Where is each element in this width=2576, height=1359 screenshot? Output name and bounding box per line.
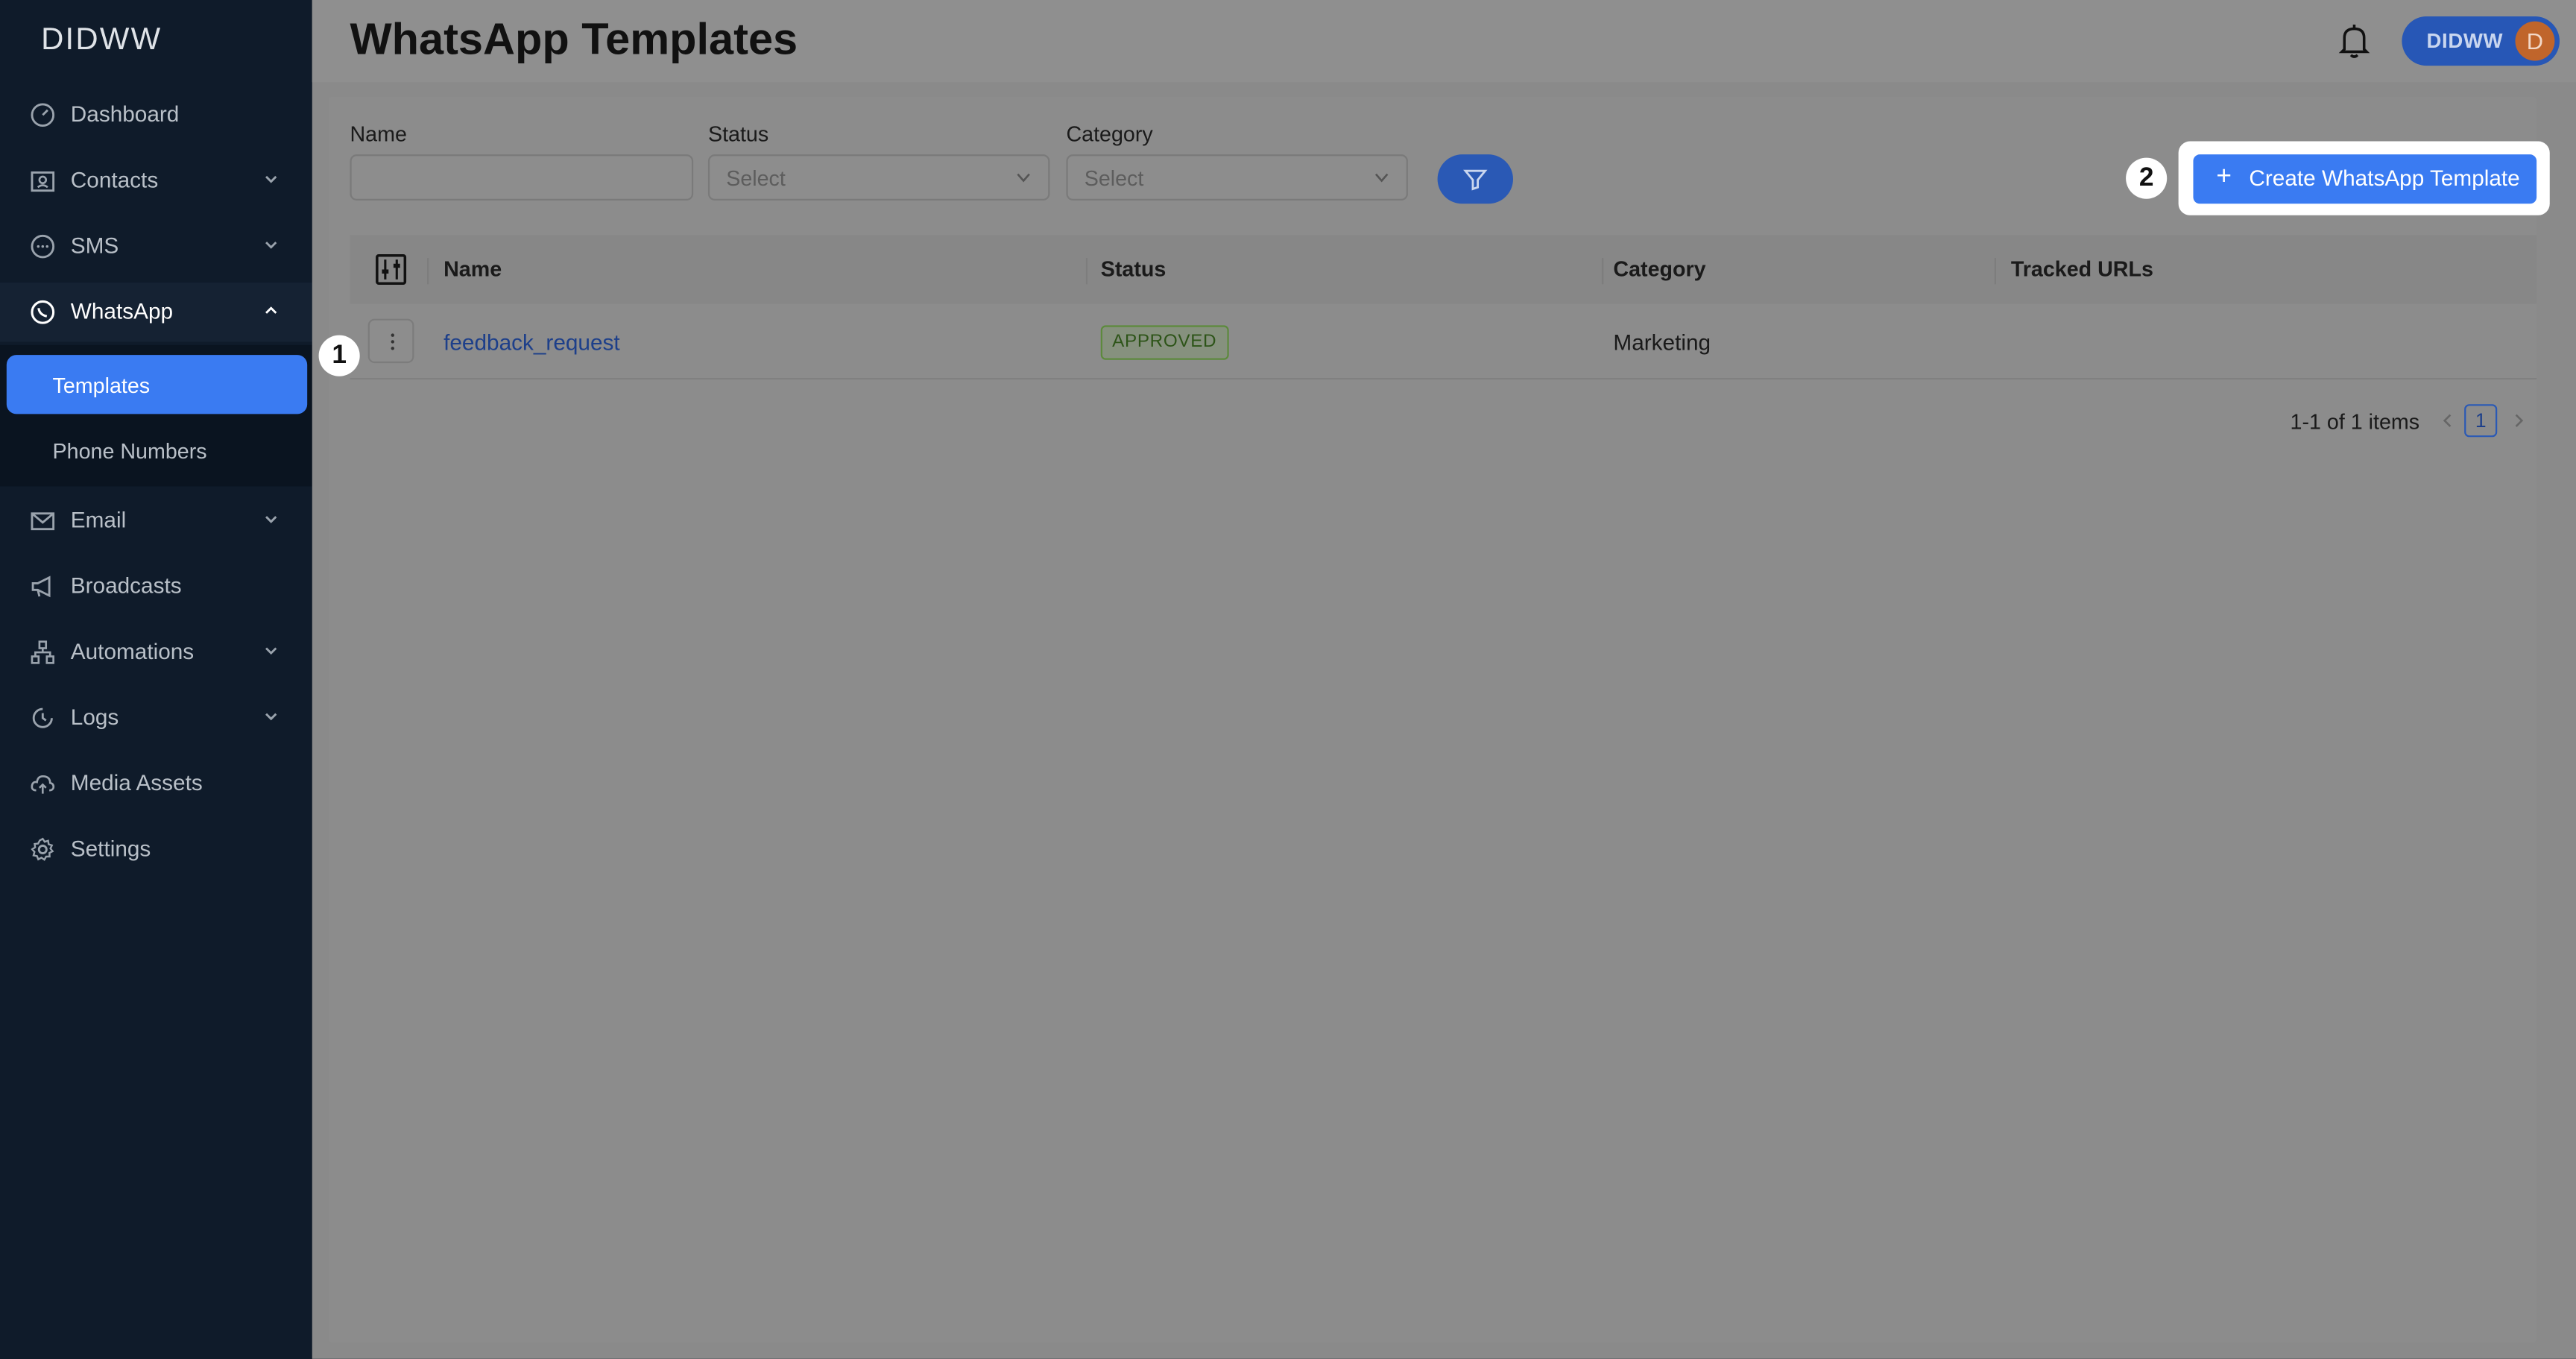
step-marker-2: 2 [2126,157,2168,199]
chevron-down-icon [265,713,277,721]
sidebar-item-sms[interactable]: SMS [0,217,312,276]
pagination-summary: 1-1 of 1 items [2290,409,2420,434]
chevron-down-icon [265,647,277,655]
sidebar-item-label: Logs [70,704,119,730]
sidebar-subitem-label: Phone Numbers [52,438,207,464]
pagination-page-button[interactable]: 1 [2464,404,2498,438]
column-header-name[interactable]: Name [443,256,502,281]
column-separator [1994,258,1996,285]
cloud-upload-icon [31,775,55,794]
logs-icon [32,707,53,728]
apply-filter-button[interactable] [1437,154,1513,204]
sidebar-item-label: Dashboard [70,101,180,127]
chevron-left-icon[interactable] [2440,412,2456,429]
sidebar-subitem-label: Templates [52,373,151,398]
name-filter-label: Name [350,122,407,147]
automations-icon [31,640,54,664]
sidebar: DIDWW Dashboard Contacts SMS WhatsApp Te… [0,0,312,1359]
chevron-up-icon [265,306,277,314]
sidebar-item-broadcasts[interactable]: Broadcasts [0,557,312,616]
table-header: Name Status Category Tracked URLs [350,235,2537,304]
whatsapp-icon [31,300,55,324]
sidebar-item-contacts[interactable]: Contacts [0,151,312,210]
sidebar-item-whatsapp[interactable]: WhatsApp [0,283,312,342]
column-header-tracked-urls[interactable]: Tracked URLs [2011,256,2153,281]
sidebar-item-label: Email [70,508,127,533]
filter-icon [1463,169,1488,191]
column-separator [427,258,429,285]
sidebar-item-label: Contacts [70,167,159,192]
page-title: WhatsApp Templates [350,14,798,64]
chevron-right-icon[interactable] [2510,412,2527,429]
chevron-down-icon [1017,173,1030,183]
chevron-down-icon [265,175,277,183]
chevron-down-icon [265,242,277,249]
didww-logo[interactable]: DIDWW [41,23,162,59]
sidebar-subitem-phone-numbers[interactable]: Phone Numbers [7,420,307,479]
step-marker-1: 1 [318,335,360,376]
header: WhatsApp Templates DIDWW D [312,0,2576,83]
column-header-category[interactable]: Category [1613,256,1705,281]
status-badge: APPROVED [1100,325,1228,360]
status-filter-placeholder: Select [726,165,786,191]
sidebar-item-dashboard[interactable]: Dashboard [0,86,312,145]
sidebar-item-automations[interactable]: Automations [0,622,312,681]
sidebar-item-label: WhatsApp [70,299,174,324]
column-separator [1085,258,1088,285]
create-whatsapp-template-button[interactable]: + Create WhatsApp Template [2193,154,2537,204]
column-separator [1601,258,1604,285]
user-menu[interactable]: DIDWW D [2402,16,2560,66]
gear-icon [31,837,54,861]
bell-icon[interactable] [2337,23,2370,59]
user-name: DIDWW [2426,29,2504,53]
category-cell: Marketing [1613,330,1711,356]
sidebar-subitem-templates[interactable]: Templates [6,355,308,414]
dashboard-icon [31,103,55,127]
plus-icon: + [2216,163,2232,191]
sidebar-item-label: Media Assets [70,770,203,795]
category-filter-placeholder: Select [1084,165,1144,191]
status-filter-select[interactable]: Select [707,154,1050,201]
sidebar-item-label: Settings [70,836,151,861]
sidebar-item-label: Automations [70,639,195,664]
email-icon [31,512,55,531]
megaphone-icon [31,576,51,598]
category-filter-label: Category [1066,122,1153,147]
sidebar-item-email[interactable]: Email [0,491,312,550]
sidebar-item-label: Broadcasts [70,573,182,599]
contacts-icon [31,171,55,192]
row-actions-button[interactable] [367,318,414,364]
sidebar-item-settings[interactable]: Settings [0,820,312,879]
table-row: feedback_request APPROVED Marketing [350,306,2537,380]
create-button-label: Create WhatsApp Template [2249,165,2520,191]
status-filter-label: Status [707,122,769,147]
chevron-down-icon [265,516,277,523]
sidebar-item-label: SMS [70,233,119,259]
sidebar-item-media-assets[interactable]: Media Assets [0,754,312,813]
chevron-down-icon [1374,173,1389,183]
name-filter-input[interactable] [350,154,694,201]
sidebar-item-logs[interactable]: Logs [0,689,312,748]
category-filter-select[interactable]: Select [1066,154,1408,201]
column-settings-icon[interactable] [375,253,408,286]
avatar: D [2515,21,2555,61]
column-header-status[interactable]: Status [1101,256,1167,281]
sms-icon [31,234,55,259]
template-name-link[interactable]: feedback_request [443,330,620,355]
